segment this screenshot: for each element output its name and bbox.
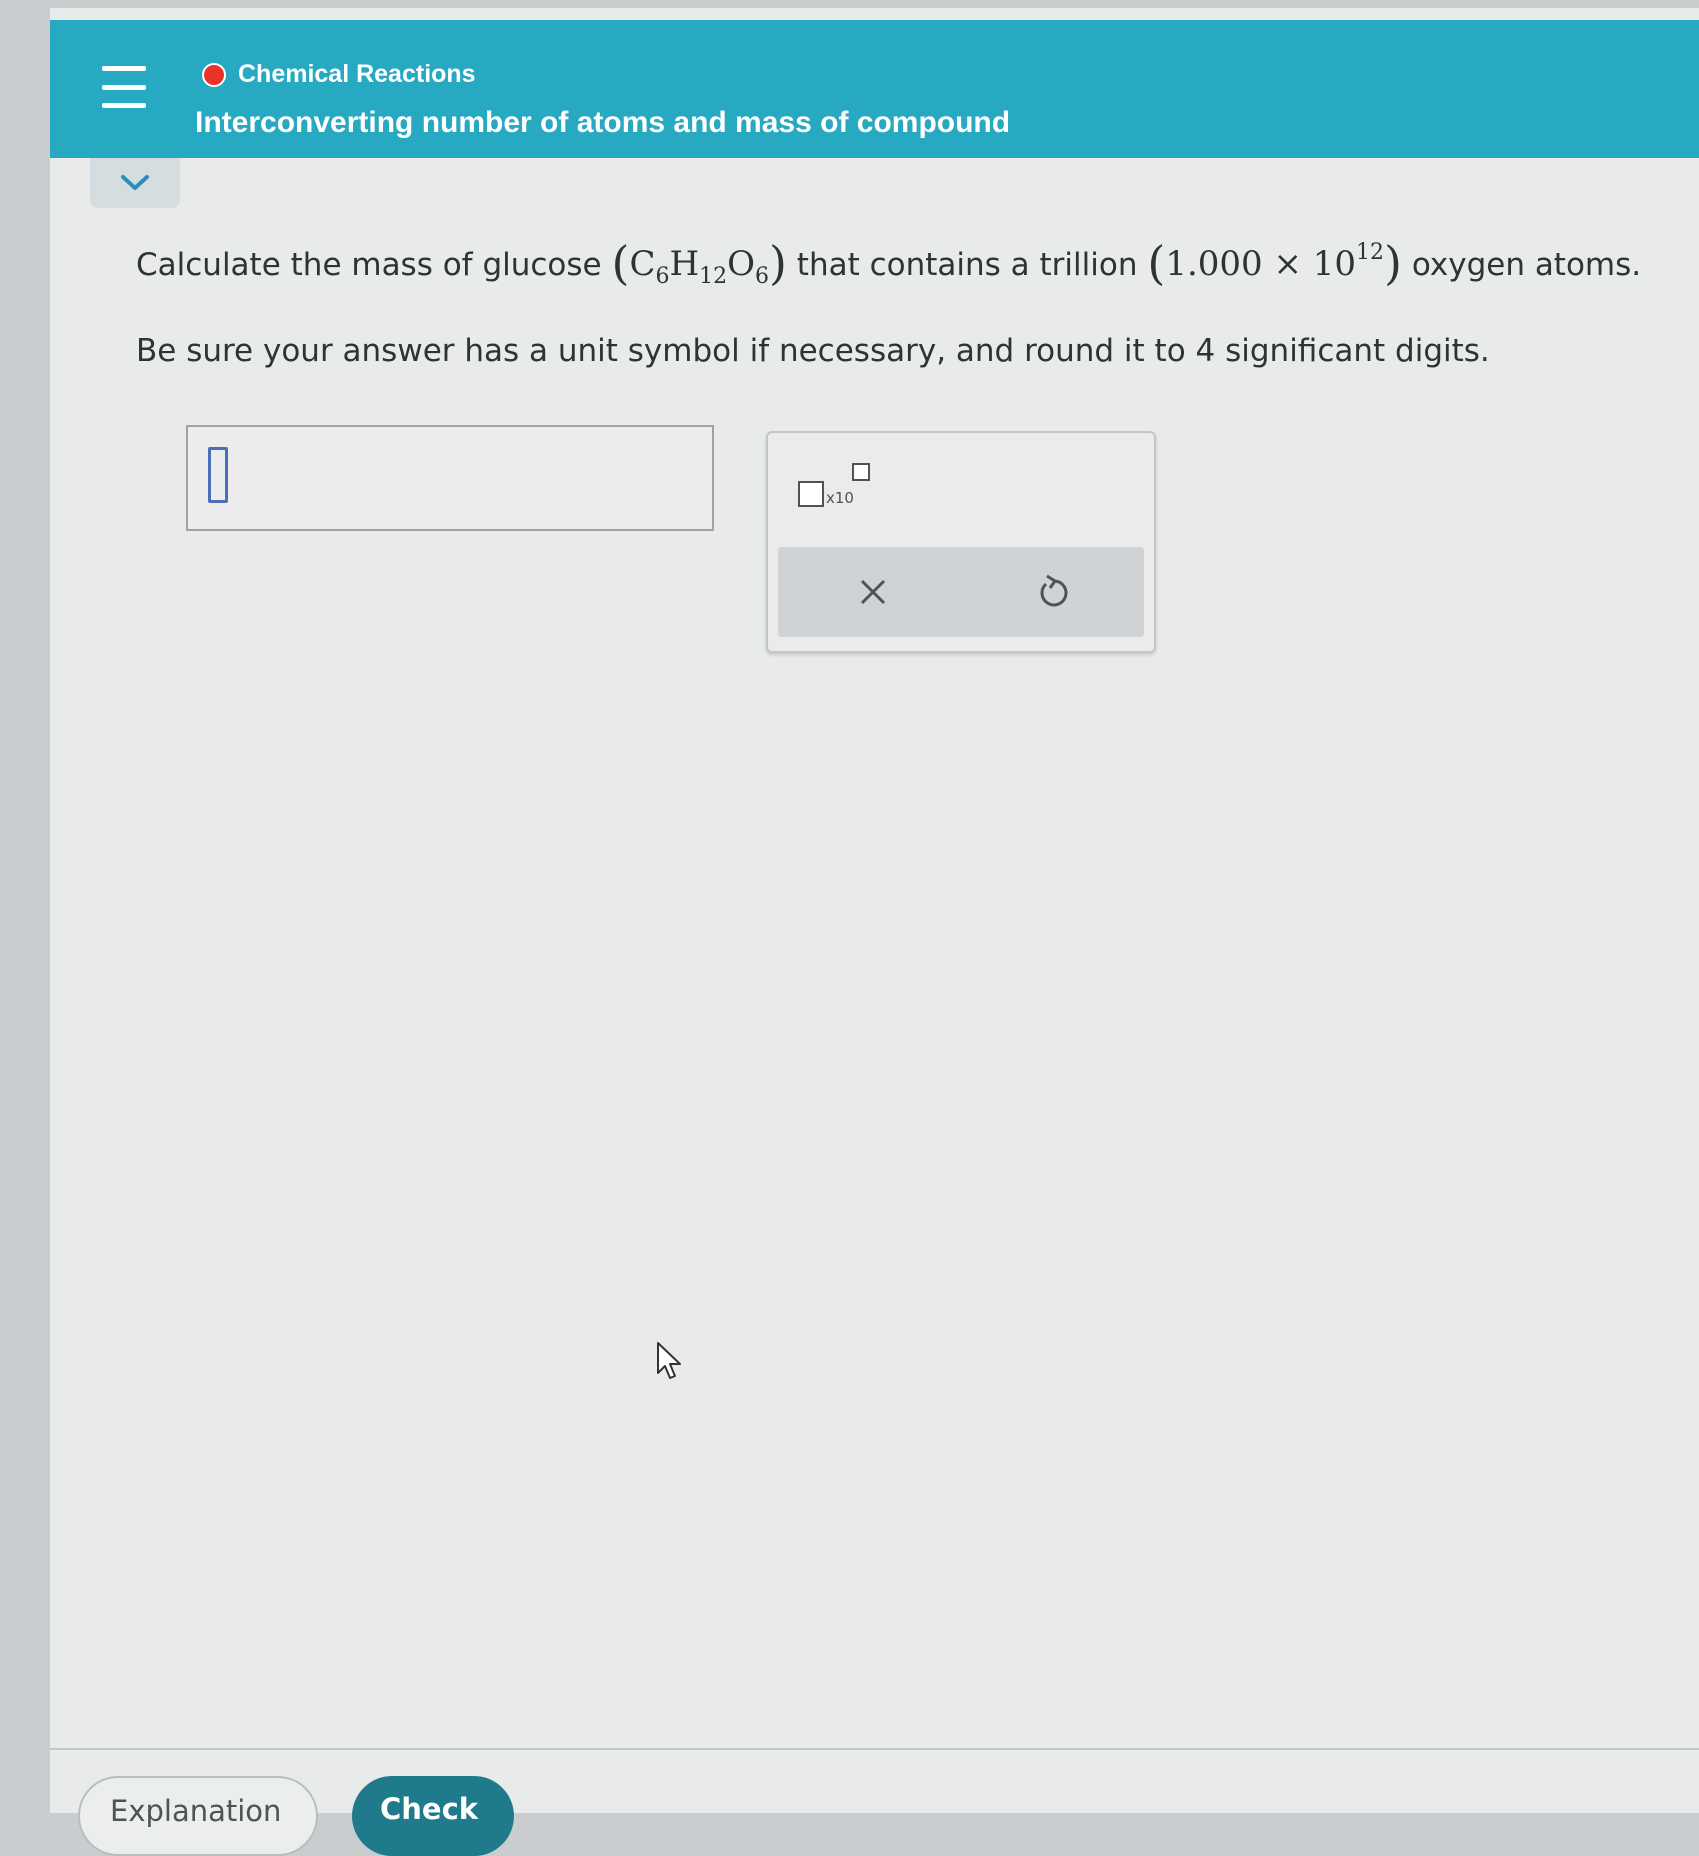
question-text-before: Calculate the mass of glucose — [136, 247, 602, 283]
chevron-down-icon — [121, 175, 149, 190]
hamburger-menu-icon[interactable] — [102, 66, 146, 108]
glucose-formula: (C6H12O6) — [611, 236, 787, 290]
topic-row: Chemical Reactions — [202, 60, 476, 89]
undo-button[interactable] — [1028, 567, 1078, 617]
page-title: Interconverting number of atoms and mass… — [195, 106, 1011, 139]
status-dot-icon — [202, 62, 226, 87]
exponent-box-icon — [852, 463, 870, 481]
collapse-toggle[interactable] — [90, 158, 180, 208]
undo-icon — [1040, 574, 1068, 607]
question-text: Calculate the mass of glucose (C6H12O6) … — [136, 233, 1696, 297]
input-caret — [208, 447, 228, 503]
question-text-after: oxygen atoms. — [1411, 247, 1642, 283]
explanation-button[interactable]: Explanation — [78, 1776, 318, 1856]
question-text-middle: that contains a trillion — [796, 247, 1138, 283]
tool-actions-bar — [778, 547, 1144, 637]
atom-quantity: (1.000 × 1012) — [1147, 236, 1402, 290]
scientific-notation-icon — [798, 481, 824, 507]
header-bar: Chemical Reactions Interconverting numbe… — [50, 20, 1699, 158]
mouse-pointer-icon — [657, 1342, 681, 1379]
page: Chemical Reactions Interconverting numbe… — [50, 8, 1699, 1856]
answer-tools-panel: x10 — [766, 431, 1156, 653]
instructions-text: Be sure your answer has a unit symbol if… — [136, 333, 1490, 369]
footer-divider — [50, 1748, 1699, 1750]
topic-name: Chemical Reactions — [238, 60, 476, 88]
close-icon — [860, 579, 886, 605]
scientific-notation-button[interactable]: x10 — [798, 463, 878, 513]
check-button[interactable]: Check — [352, 1776, 514, 1856]
clear-button[interactable] — [848, 567, 898, 617]
x10-label: x10 — [826, 489, 854, 507]
answer-input[interactable] — [186, 425, 714, 531]
